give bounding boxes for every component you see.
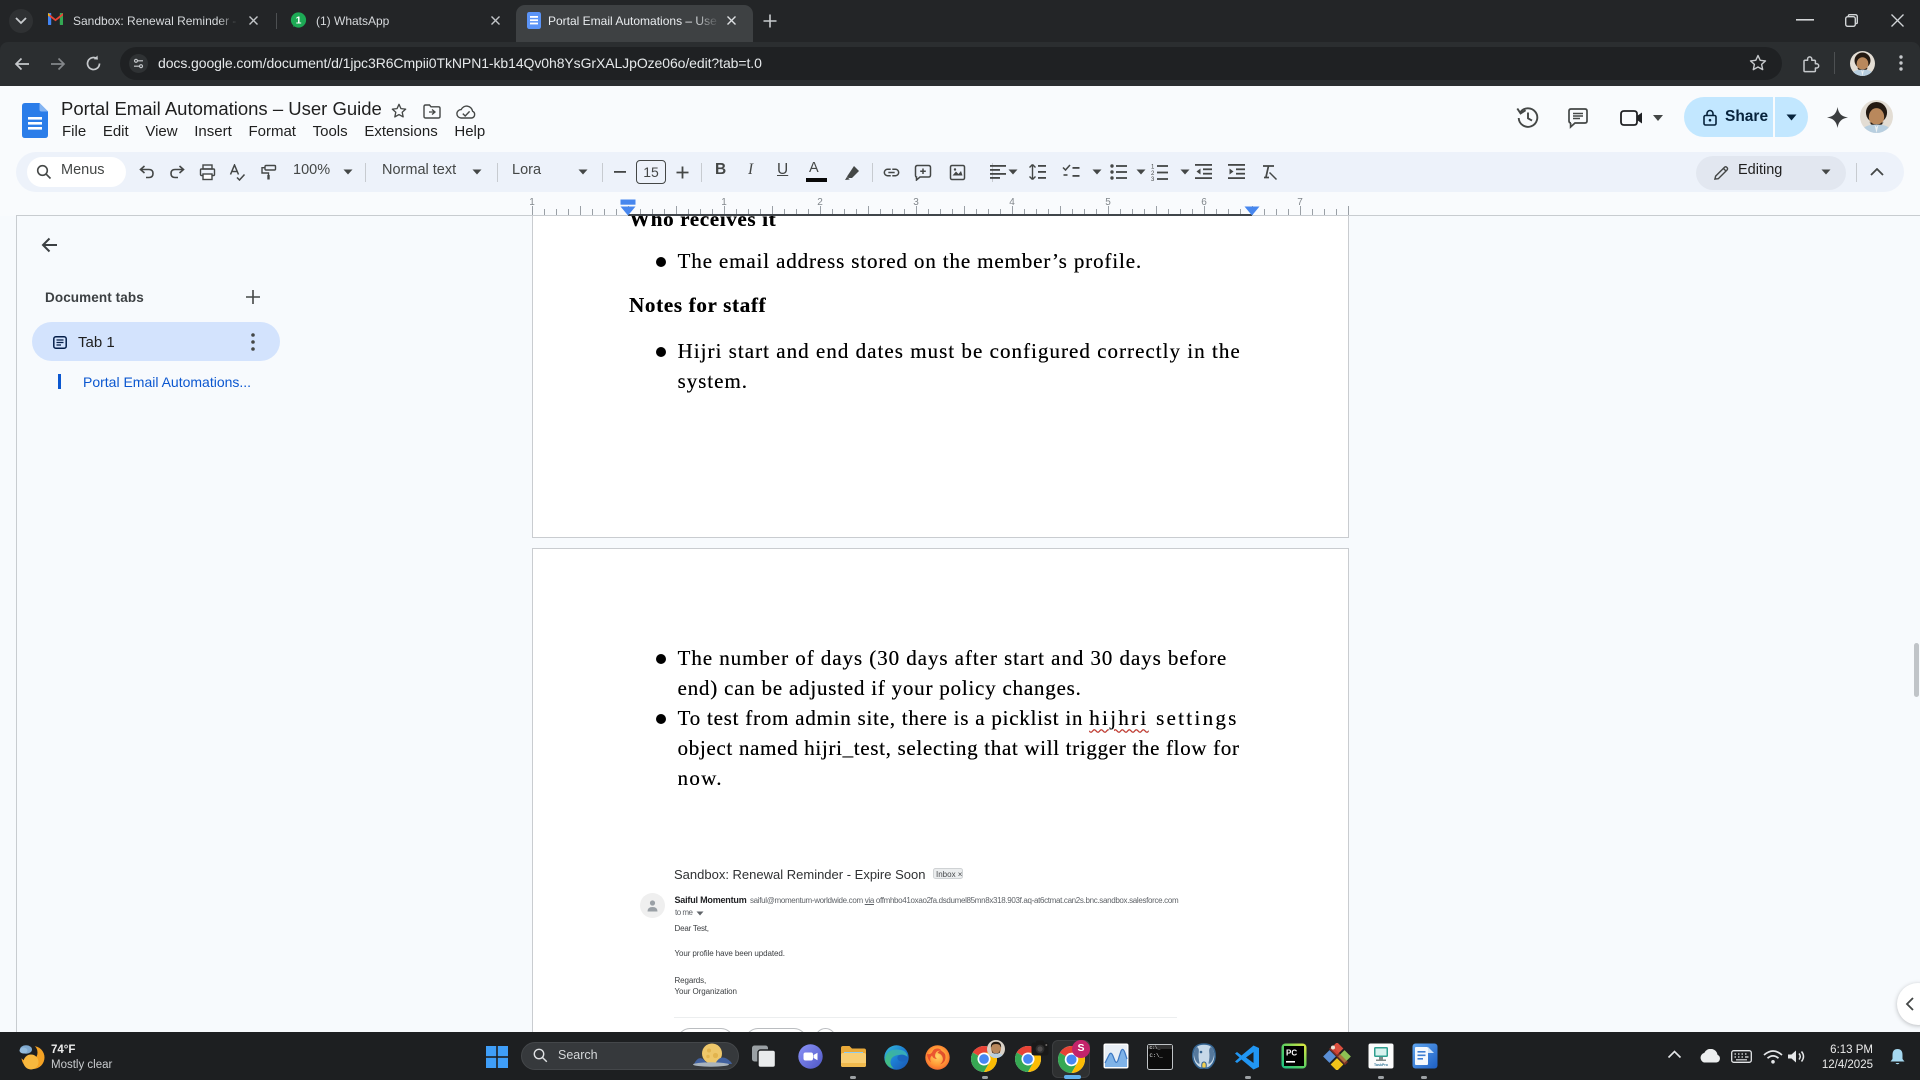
svg-text:C:\_: C:\_ xyxy=(1150,1045,1161,1051)
svg-text:TaskPro: TaskPro xyxy=(1374,1063,1389,1067)
svg-text:PC: PC xyxy=(1286,1049,1297,1058)
svg-text:1: 1 xyxy=(1151,165,1155,171)
svg-text:C:\_: C:\_ xyxy=(1150,1052,1164,1059)
svg-text:1: 1 xyxy=(296,15,302,27)
svg-text:3: 3 xyxy=(1151,177,1155,181)
